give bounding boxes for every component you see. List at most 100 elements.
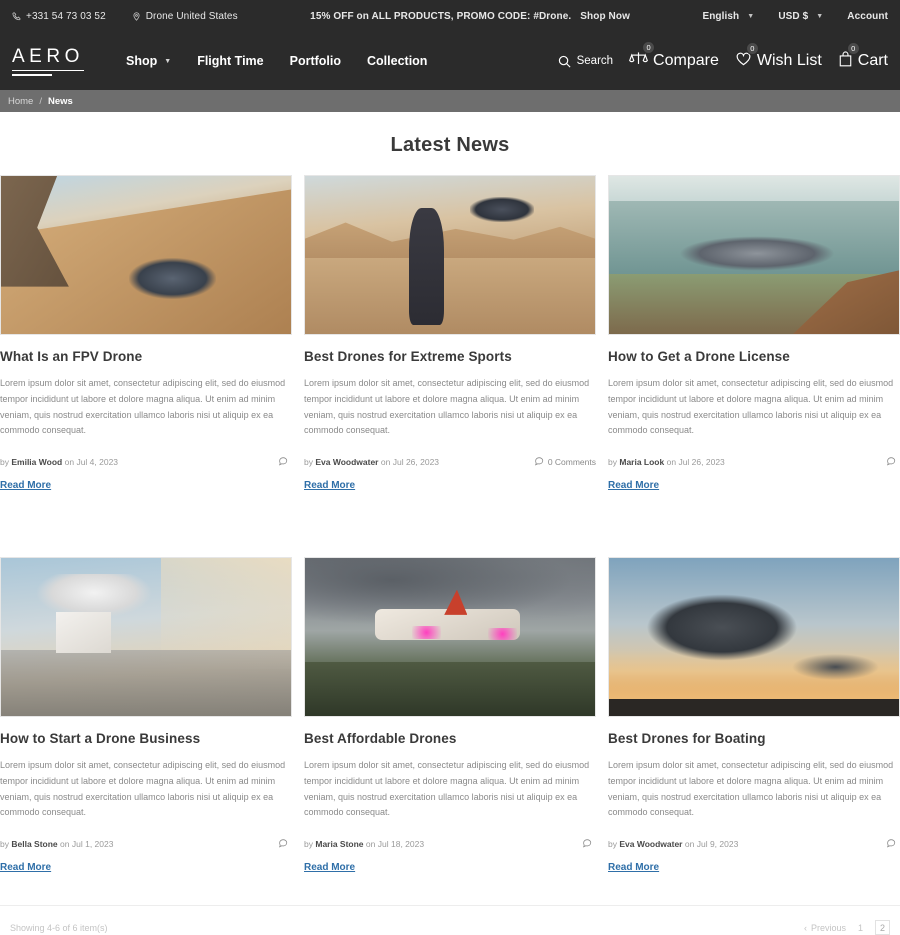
- article-author[interactable]: Bella Stone: [11, 839, 57, 849]
- location-pin-icon: [132, 11, 141, 21]
- account-link[interactable]: Account: [847, 11, 888, 22]
- read-more-link[interactable]: Read More: [608, 862, 659, 873]
- article-byline: by Emilia Wood on Jul 4, 2023: [0, 457, 118, 467]
- comment-bubble-icon: [278, 838, 288, 850]
- byline-prefix: by: [304, 457, 313, 467]
- topbar-right-group: English ▼ USD $ ▼ Account: [702, 11, 888, 22]
- search-label: Search: [576, 55, 614, 67]
- article-byline: by Maria Look on Jul 26, 2023: [608, 457, 725, 467]
- article-thumbnail[interactable]: [0, 557, 292, 717]
- nav-label: Flight Time: [197, 54, 264, 68]
- comment-bubble-icon: [278, 456, 288, 468]
- desert-dune-drone-image: [1, 176, 291, 334]
- location-link[interactable]: Drone United States: [132, 11, 238, 22]
- nav-item-flight-time[interactable]: Flight Time: [197, 54, 263, 68]
- article-thumbnail[interactable]: [608, 175, 900, 335]
- chevron-down-icon: ▼: [747, 12, 755, 20]
- article-comments[interactable]: [886, 456, 900, 468]
- chevron-down-icon: ▼: [164, 57, 172, 65]
- site-logo[interactable]: AERO: [12, 47, 92, 76]
- article-thumbnail[interactable]: [0, 175, 292, 335]
- cart-label: Cart: [857, 52, 888, 69]
- nav-label: Portfolio: [289, 54, 342, 68]
- comment-bubble-icon: [582, 838, 592, 850]
- article-comments[interactable]: 0 Comments: [534, 456, 596, 468]
- pagination-page-1[interactable]: 1: [853, 920, 868, 935]
- byline-prefix: by: [608, 457, 617, 467]
- nav-label: Shop: [126, 54, 158, 68]
- article-author[interactable]: Eva Woodwater: [619, 839, 682, 849]
- language-selector[interactable]: English ▼: [702, 11, 754, 22]
- read-more-link[interactable]: Read More: [0, 862, 51, 873]
- article-card[interactable]: Best Affordable Drones Lorem ipsum dolor…: [304, 557, 596, 875]
- nav-label: Collection: [367, 54, 428, 68]
- promo-banner: 15% OFF on ALL PRODUCTS, PROMO CODE: #Dr…: [238, 11, 703, 22]
- article-card[interactable]: How to Start a Drone Business Lorem ipsu…: [0, 557, 292, 875]
- compare-button[interactable]: 0 Compare: [629, 41, 719, 72]
- cart-count-badge: 0: [846, 41, 860, 55]
- read-more-link[interactable]: Read More: [0, 480, 51, 491]
- pagination-previous[interactable]: ‹ Previous: [804, 923, 846, 933]
- primary-navigation: Shop ▼ Flight Time Portfolio Collection: [126, 54, 427, 68]
- nav-item-portfolio[interactable]: Portfolio: [290, 54, 341, 68]
- search-button[interactable]: Search: [557, 54, 613, 69]
- article-thumbnail[interactable]: [608, 557, 900, 717]
- comment-bubble-icon: [534, 456, 544, 468]
- article-comments[interactable]: [886, 838, 900, 850]
- article-title[interactable]: What Is an FPV Drone: [0, 349, 292, 364]
- fpv-pilot-desert-image: [305, 176, 595, 334]
- promo-shop-now-link[interactable]: Shop Now: [580, 11, 630, 22]
- article-meta: by Bella Stone on Jul 1, 2023: [0, 838, 292, 850]
- article-byline: by Maria Stone on Jul 18, 2023: [304, 839, 424, 849]
- comment-bubble-icon: [886, 838, 896, 850]
- article-excerpt: Lorem ipsum dolor sit amet, consectetur …: [0, 378, 286, 436]
- cart-button[interactable]: 0 Cart: [838, 41, 888, 72]
- article-title[interactable]: Best Drones for Extreme Sports: [304, 349, 596, 364]
- article-author[interactable]: Emilia Wood: [11, 457, 62, 467]
- article-author[interactable]: Eva Woodwater: [315, 457, 378, 467]
- phone-link[interactable]: +331 54 73 03 52: [12, 11, 106, 22]
- article-card[interactable]: What Is an FPV Drone Lorem ipsum dolor s…: [0, 175, 292, 493]
- article-author[interactable]: Maria Look: [619, 457, 664, 467]
- article-thumbnail[interactable]: [304, 557, 596, 717]
- heart-icon: 0: [735, 41, 759, 72]
- article-title[interactable]: Best Affordable Drones: [304, 731, 596, 746]
- pagination-page-2[interactable]: 2: [875, 920, 890, 935]
- article-excerpt: Lorem ipsum dolor sit amet, consectetur …: [608, 760, 894, 818]
- byline-on: on: [666, 457, 677, 467]
- top-utility-bar: +331 54 73 03 52 Drone United States 15%…: [0, 0, 900, 32]
- location-name: Drone United States: [145, 10, 238, 22]
- article-title[interactable]: How to Start a Drone Business: [0, 731, 292, 746]
- compare-count-badge: 0: [642, 41, 656, 54]
- nav-item-collection[interactable]: Collection: [367, 54, 427, 68]
- article-comments[interactable]: [278, 838, 292, 850]
- article-card[interactable]: How to Get a Drone License Lorem ipsum d…: [608, 175, 900, 493]
- byline-on: on: [380, 457, 391, 467]
- article-comments[interactable]: [582, 838, 596, 850]
- promo-text: 15% OFF on ALL PRODUCTS, PROMO CODE: #Dr…: [310, 10, 572, 22]
- read-more-link[interactable]: Read More: [608, 480, 659, 491]
- article-card[interactable]: Best Drones for Extreme Sports Lorem ips…: [304, 175, 596, 493]
- read-more-link[interactable]: Read More: [304, 480, 355, 491]
- article-title[interactable]: Best Drones for Boating: [608, 731, 900, 746]
- header-actions: Search 0 Compare 0 Wish List 0 Cart: [557, 41, 888, 72]
- shopping-bag-icon: 0: [838, 41, 860, 72]
- read-more-link[interactable]: Read More: [304, 862, 355, 873]
- article-byline: by Bella Stone on Jul 1, 2023: [0, 839, 113, 849]
- breadcrumb-home-link[interactable]: Home: [8, 96, 33, 107]
- article-author[interactable]: Maria Stone: [315, 839, 363, 849]
- currency-label: USD $: [778, 10, 809, 22]
- breadcrumb: Home / News: [0, 90, 900, 112]
- article-thumbnail[interactable]: [304, 175, 596, 335]
- comment-bubble-icon: [886, 456, 896, 468]
- article-comments[interactable]: [278, 456, 292, 468]
- currency-selector[interactable]: USD $ ▼: [778, 11, 823, 22]
- wishlist-count-badge: 0: [745, 41, 759, 55]
- nav-item-shop[interactable]: Shop ▼: [126, 54, 171, 68]
- article-title[interactable]: How to Get a Drone License: [608, 349, 900, 364]
- wishlist-button[interactable]: 0 Wish List: [735, 41, 822, 72]
- compare-label: Compare: [653, 52, 719, 69]
- results-footer: Showing 4-6 of 6 item(s) ‹ Previous 1 2: [0, 905, 900, 935]
- article-card[interactable]: Best Drones for Boating Lorem ipsum dolo…: [608, 557, 900, 875]
- topbar-left-group: +331 54 73 03 52 Drone United States: [12, 11, 238, 22]
